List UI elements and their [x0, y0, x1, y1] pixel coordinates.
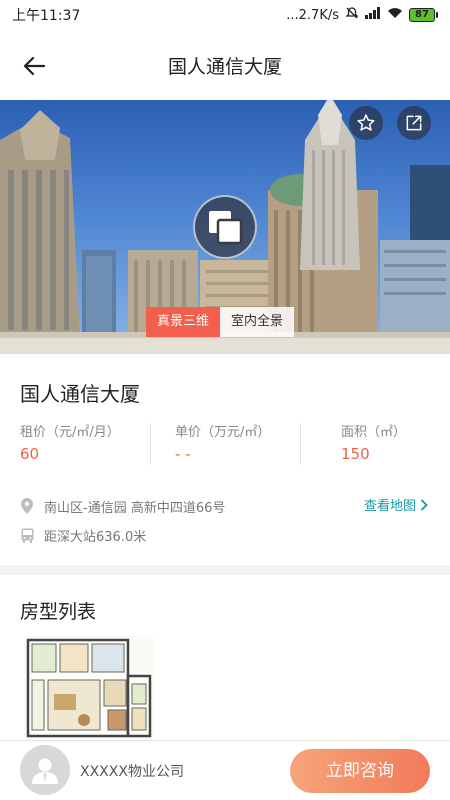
section-divider	[0, 565, 450, 575]
battery-icon: 87	[409, 8, 438, 22]
view-map-label: 查看地图	[363, 499, 416, 514]
status-indicators: ...2.7K/s 87	[286, 6, 438, 24]
back-button[interactable]	[18, 50, 50, 82]
stat-unit-price-label: 单价（万元/㎡）	[175, 425, 271, 440]
view-map-link[interactable]: 查看地图	[364, 495, 428, 514]
stat-rent-value: 60	[20, 445, 40, 463]
tab-indoor-panorama[interactable]: 室内全景	[220, 307, 295, 337]
stat-unit-price-value: - -	[175, 445, 191, 463]
stat-rent-label: 租价（元/㎡/月）	[20, 425, 120, 440]
favorite-button[interactable]	[349, 106, 383, 140]
star-icon	[357, 114, 375, 131]
battery-level: 87	[409, 8, 435, 22]
wifi-icon	[387, 7, 403, 23]
status-bar: 上午11:37 ...2.7K/s 87	[0, 0, 450, 30]
page-title: 国人通信大厦	[167, 55, 282, 78]
chevron-right-icon	[420, 498, 428, 511]
mute-icon	[345, 6, 359, 24]
share-button[interactable]	[397, 106, 431, 140]
bottom-action-bar: XXXXX物业公司 立即咨询	[0, 740, 450, 800]
status-time: 上午11:37	[12, 8, 81, 24]
price-stats: 租价（元/㎡/月） 60 单价（万元/㎡） - - 面积（㎡） 150	[0, 423, 450, 465]
overlap-squares-icon	[209, 211, 243, 245]
stat-area-value: 150	[341, 445, 370, 463]
stat-area-label: 面积（㎡）	[341, 425, 407, 440]
floor-plan-thumbnail[interactable]	[24, 636, 154, 740]
stat-rent: 租价（元/㎡/月） 60	[0, 423, 150, 465]
arrow-left-icon	[23, 56, 45, 76]
floor-plan-image	[26, 638, 152, 738]
stat-unit-price: 单价（万元/㎡） - -	[150, 423, 300, 465]
floor-plan-section-title: 房型列表	[20, 601, 97, 623]
view-mode-tabs: 真景三维 室内全景	[146, 307, 295, 337]
stat-area: 面积（㎡） 150	[300, 423, 450, 465]
address-text: 南山区-通信园 高新中四道66号	[44, 500, 226, 516]
tab-street-3d[interactable]: 真景三维	[146, 307, 221, 337]
network-speed: ...2.7K/s	[286, 7, 339, 23]
transit-row: 距深大站636.0米	[20, 523, 430, 547]
bus-icon	[20, 527, 34, 543]
share-icon	[406, 115, 422, 131]
nav-bar: 国人通信大厦	[0, 30, 450, 100]
location-pin-icon	[20, 498, 34, 514]
consult-button[interactable]: 立即咨询	[290, 749, 430, 793]
company-name: XXXXX物业公司	[80, 764, 184, 780]
building-photo[interactable]: 真景三维 室内全景	[0, 100, 450, 354]
signal-icon	[365, 7, 381, 23]
transit-text: 距深大站636.0米	[44, 529, 147, 545]
view-3d-button[interactable]	[193, 195, 257, 259]
building-name: 国人通信大厦	[20, 382, 140, 406]
avatar[interactable]	[20, 745, 70, 795]
user-icon	[32, 758, 58, 784]
